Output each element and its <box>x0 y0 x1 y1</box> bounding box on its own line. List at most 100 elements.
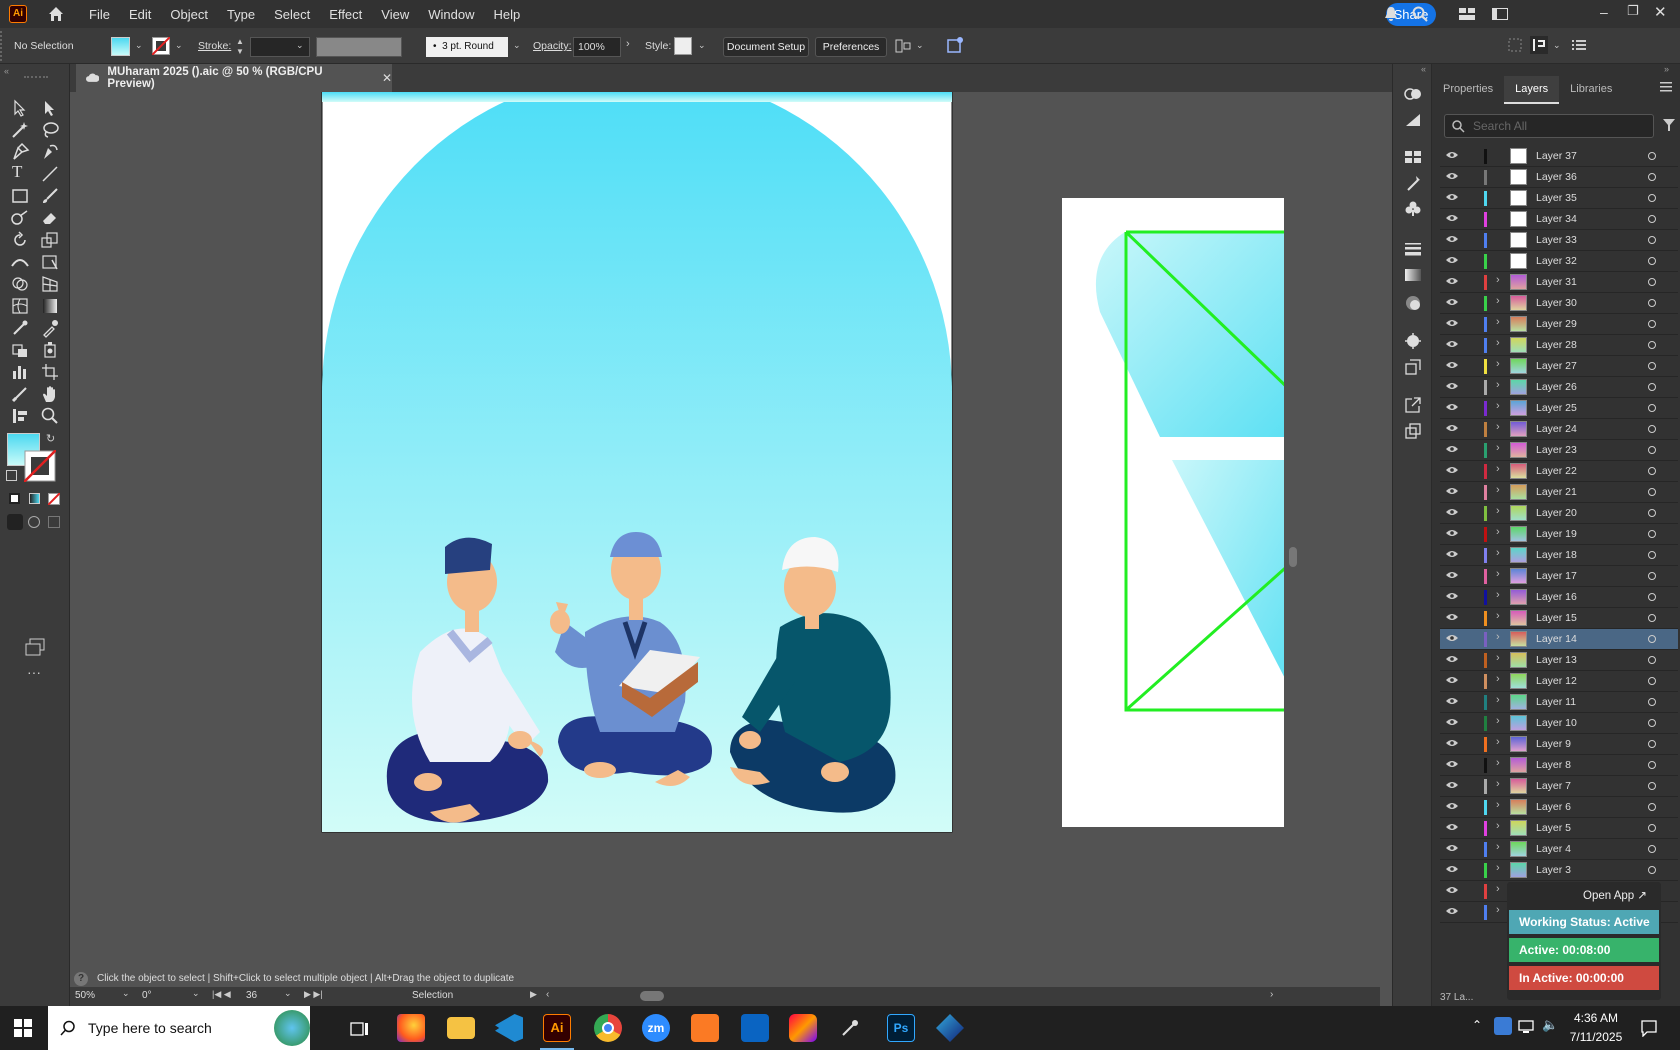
visibility-eye-icon[interactable] <box>1446 571 1458 579</box>
layer-row[interactable]: › Layer 24 <box>1440 419 1678 440</box>
chevron-right-icon[interactable]: › <box>1496 841 1500 853</box>
chevron-down-icon[interactable]: ⌄ <box>513 40 521 51</box>
chevron-right-icon[interactable]: › <box>1496 316 1500 328</box>
layer-target-icon[interactable] <box>1648 257 1656 265</box>
brushes-icon[interactable] <box>1404 174 1422 192</box>
layer-target-icon[interactable] <box>1648 173 1656 181</box>
layer-target-icon[interactable] <box>1648 635 1656 643</box>
chevron-right-icon[interactable]: › <box>1496 715 1500 727</box>
chrome-icon[interactable] <box>594 1014 622 1042</box>
chevron-down-icon[interactable]: ⌄ <box>296 40 304 51</box>
layer-name[interactable]: Layer 26 <box>1536 381 1577 393</box>
firefox-icon[interactable] <box>397 1014 425 1042</box>
menu-type[interactable]: Type <box>227 7 255 22</box>
chevron-right-icon[interactable]: › <box>1496 883 1500 895</box>
chevron-down-icon[interactable]: ⌄ <box>698 40 706 51</box>
gradient-panel-icon[interactable] <box>1404 268 1422 282</box>
menu-edit[interactable]: Edit <box>129 7 151 22</box>
layer-row[interactable]: › Layer 10 <box>1440 713 1678 734</box>
layer-target-icon[interactable] <box>1648 593 1656 601</box>
stroke-none-swatch[interactable] <box>152 37 170 55</box>
layer-name[interactable]: Layer 25 <box>1536 402 1577 414</box>
bell-icon[interactable] <box>1383 6 1399 22</box>
chevron-right-icon[interactable]: › <box>1496 799 1500 811</box>
bar-graph-icon[interactable] <box>10 362 30 382</box>
layer-row[interactable]: › Layer 9 <box>1440 734 1678 755</box>
brush-definition[interactable]: • 3 pt. Round <box>426 37 508 57</box>
visibility-eye-icon[interactable] <box>1446 529 1458 537</box>
eyedropper-blend-icon[interactable] <box>10 318 30 338</box>
graphic-styles-icon[interactable] <box>1404 112 1422 128</box>
layer-target-icon[interactable] <box>1648 761 1656 769</box>
document-setup-button[interactable]: Document Setup <box>723 37 809 57</box>
scroll-right-icon[interactable]: › <box>1270 989 1273 1000</box>
layer-row[interactable]: › Layer 16 <box>1440 587 1678 608</box>
layer-name[interactable]: Layer 19 <box>1536 528 1577 540</box>
layer-name[interactable]: Layer 31 <box>1536 276 1577 288</box>
layer-target-icon[interactable] <box>1648 614 1656 622</box>
visibility-eye-icon[interactable] <box>1446 634 1458 642</box>
appearance-icon[interactable] <box>1404 86 1422 102</box>
layer-name[interactable]: Layer 9 <box>1536 738 1571 750</box>
visibility-eye-icon[interactable] <box>1446 466 1458 474</box>
layer-row[interactable]: › Layer 31 <box>1440 272 1678 293</box>
symbol-sprayer-icon[interactable] <box>40 340 60 360</box>
draw-behind-icon[interactable] <box>28 516 40 528</box>
swatches-icon[interactable] <box>1404 150 1422 164</box>
visibility-eye-icon[interactable] <box>1446 235 1458 243</box>
layer-name[interactable]: Layer 17 <box>1536 570 1577 582</box>
clock-date[interactable]: 7/11/2025 <box>1564 1030 1628 1044</box>
chevron-right-icon[interactable]: › <box>1496 295 1500 307</box>
layer-target-icon[interactable] <box>1648 215 1656 223</box>
chevron-right-icon[interactable]: › <box>1496 757 1500 769</box>
preferences-button[interactable]: Preferences <box>815 37 887 57</box>
layer-name[interactable]: Layer 21 <box>1536 486 1577 498</box>
layer-row[interactable]: › Layer 5 <box>1440 818 1678 839</box>
fill-swatch[interactable] <box>111 37 130 56</box>
chevron-right-icon[interactable]: › <box>1496 400 1500 412</box>
layer-row[interactable]: › Layer 27 <box>1440 356 1678 377</box>
chevron-right-icon[interactable]: › <box>1496 505 1500 517</box>
more-tools-icon[interactable]: ··· <box>27 664 41 680</box>
visibility-eye-icon[interactable] <box>1446 298 1458 306</box>
stroke-panel-icon[interactable] <box>1404 242 1422 256</box>
layer-name[interactable]: Layer 4 <box>1536 843 1571 855</box>
layer-name[interactable]: Layer 32 <box>1536 255 1577 267</box>
vscode-icon[interactable] <box>495 1014 523 1042</box>
layer-target-icon[interactable] <box>1648 509 1656 517</box>
chevron-right-icon[interactable]: › <box>1496 631 1500 643</box>
hand-tool-icon[interactable] <box>40 384 60 404</box>
minimize-icon[interactable]: – <box>1600 4 1608 20</box>
line-tool-icon[interactable] <box>40 164 60 184</box>
layer-row[interactable]: › Layer 19 <box>1440 524 1678 545</box>
layer-name[interactable]: Layer 27 <box>1536 360 1577 372</box>
symbols-icon[interactable] <box>1404 200 1422 218</box>
layer-row[interactable]: › Layer 30 <box>1440 293 1678 314</box>
artboards-panel-icon[interactable] <box>1404 422 1422 440</box>
layer-target-icon[interactable] <box>1648 530 1656 538</box>
artboard-main[interactable] <box>321 92 953 833</box>
visibility-eye-icon[interactable] <box>1446 550 1458 558</box>
visibility-eye-icon[interactable] <box>1446 508 1458 516</box>
chevron-right-icon[interactable]: › <box>1496 904 1500 916</box>
layer-target-icon[interactable] <box>1648 446 1656 454</box>
layers-search-input[interactable]: Search All <box>1444 114 1654 138</box>
layer-target-icon[interactable] <box>1648 341 1656 349</box>
artboard-secondary[interactable] <box>1062 198 1294 827</box>
layer-target-icon[interactable] <box>1648 698 1656 706</box>
next-artboard-icon[interactable]: ▶ ▶| <box>304 989 323 1000</box>
color-mode-icon[interactable] <box>9 493 20 504</box>
layer-target-icon[interactable] <box>1648 404 1656 412</box>
collapse-icon[interactable]: » <box>1664 64 1669 74</box>
file-explorer-icon[interactable] <box>447 1017 475 1039</box>
menu-object[interactable]: Object <box>170 7 208 22</box>
layer-row[interactable]: › Layer 12 <box>1440 671 1678 692</box>
layer-row[interactable]: Layer 36 <box>1440 167 1678 188</box>
selection-tool-icon[interactable] <box>10 98 30 118</box>
layer-target-icon[interactable] <box>1648 320 1656 328</box>
puppet-warp-icon[interactable] <box>1530 36 1548 54</box>
zoom-level[interactable]: 50% <box>75 990 95 1001</box>
curvature-tool-icon[interactable] <box>40 142 60 162</box>
layer-row[interactable]: › Layer 21 <box>1440 482 1678 503</box>
xampp-icon[interactable] <box>691 1014 719 1042</box>
